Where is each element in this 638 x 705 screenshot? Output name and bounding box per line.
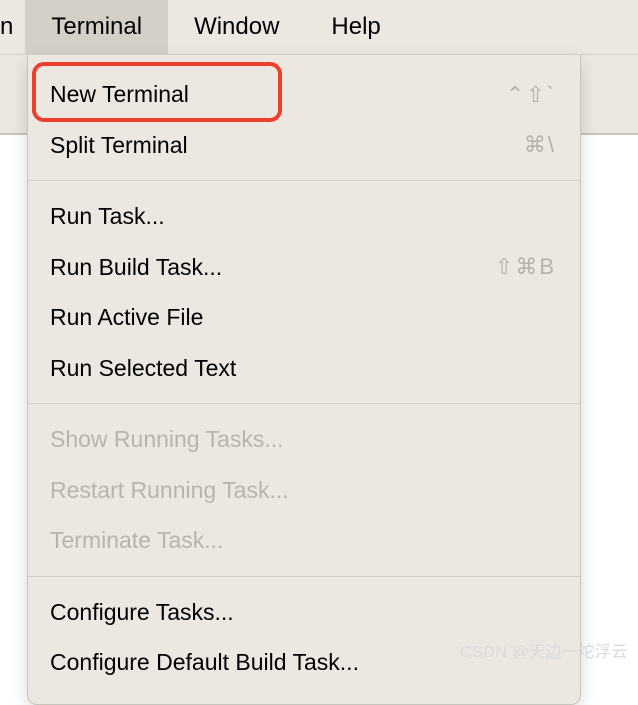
menu-item-label: New Terminal	[50, 77, 506, 112]
menubar-item-partial[interactable]: n	[0, 0, 25, 54]
menu-item-run-build-task[interactable]: Run Build Task... ⇧⌘B	[28, 242, 580, 293]
menu-item-label: Configure Tasks...	[50, 595, 556, 630]
menubar-item-label: Terminal	[51, 13, 142, 41]
menu-separator	[28, 576, 580, 577]
menu-item-run-selected-text[interactable]: Run Selected Text	[28, 343, 580, 394]
menu-item-label: Restart Running Task...	[50, 473, 556, 508]
menu-item-label: Terminate Task...	[50, 523, 556, 558]
menu-item-label: Run Selected Text	[50, 351, 556, 386]
watermark: CSDN @天边一坨浮云	[460, 638, 628, 662]
menu-item-shortcut: ⇧⌘B	[495, 250, 556, 283]
menu-separator	[28, 180, 580, 181]
menu-item-show-running-tasks: Show Running Tasks...	[28, 414, 580, 465]
watermark-text: CSDN @天边一坨浮云	[460, 644, 628, 661]
menu-item-restart-running-task: Restart Running Task...	[28, 465, 580, 516]
menu-item-configure-tasks[interactable]: Configure Tasks...	[28, 587, 580, 638]
menubar-item-help[interactable]: Help	[305, 0, 406, 54]
menubar-item-window[interactable]: Window	[168, 0, 305, 54]
menubar-item-label: n	[0, 13, 13, 41]
menubar-item-label: Help	[331, 13, 380, 41]
menu-item-run-active-file[interactable]: Run Active File	[28, 292, 580, 343]
menu-item-run-task[interactable]: Run Task...	[28, 191, 580, 242]
menu-item-label: Run Active File	[50, 300, 556, 335]
menu-item-shortcut: ⌘\	[524, 128, 556, 161]
terminal-menu-dropdown: New Terminal ⌃⇧` Split Terminal ⌘\ Run T…	[27, 55, 581, 705]
menubar: n Terminal Window Help	[0, 0, 638, 55]
menu-item-label: Run Build Task...	[50, 250, 495, 285]
menu-item-label: Split Terminal	[50, 128, 524, 163]
menu-item-new-terminal[interactable]: New Terminal ⌃⇧`	[28, 69, 580, 120]
menubar-item-label: Window	[194, 13, 279, 41]
menu-item-label: Show Running Tasks...	[50, 422, 556, 457]
menu-item-split-terminal[interactable]: Split Terminal ⌘\	[28, 120, 580, 171]
menu-item-label: Run Task...	[50, 199, 556, 234]
menubar-item-terminal[interactable]: Terminal	[25, 0, 168, 54]
menu-separator	[28, 403, 580, 404]
menu-item-shortcut: ⌃⇧`	[506, 78, 556, 111]
menu-item-terminate-task: Terminate Task...	[28, 515, 580, 566]
